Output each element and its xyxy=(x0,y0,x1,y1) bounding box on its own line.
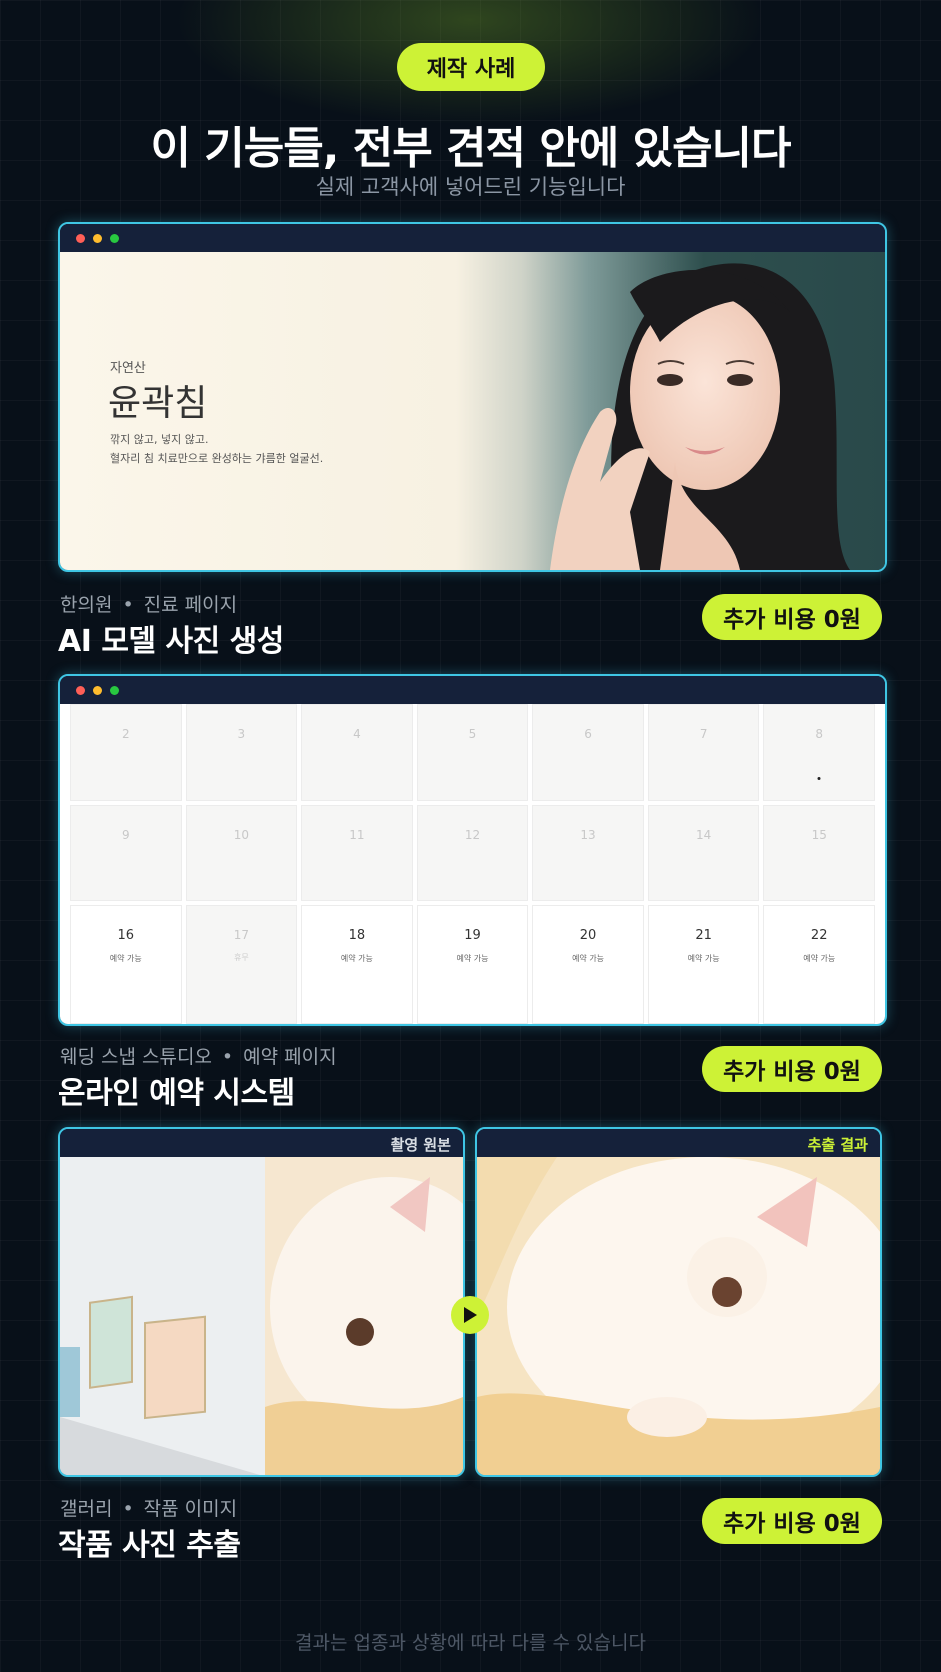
calendar-day-cell: 9 xyxy=(70,804,182,902)
disclaimer-footer: 결과는 업종과 상황에 따라 다를 수 있습니다 xyxy=(295,1632,646,1654)
calendar-day-cell[interactable]: 18 예약 가능 xyxy=(301,905,413,1024)
case-category: 갤러리 xyxy=(60,1498,113,1520)
calendar-day-cell: 2 xyxy=(70,704,182,801)
calendar-day-number: 22 xyxy=(810,928,828,944)
calendar-day-number: 21 xyxy=(695,928,712,944)
after-label: 추출 결과 xyxy=(807,1136,868,1154)
hero-headline: 윤곽침 xyxy=(108,383,208,424)
calendar-day-status: 휴무 xyxy=(233,953,249,963)
page-subtitle: 실제 고객사에 넣어드린 기능입니다 xyxy=(315,175,626,199)
calendar-day-number: 14 xyxy=(695,827,712,842)
page-title: 이 기능들, 전부 견적 안에 있습니다 xyxy=(150,123,791,174)
feature-title: 작품 사진 추출 xyxy=(58,1528,241,1563)
browser-frame-calendar: 2 3 4 5 6 7 8 9 10 11 12 13 14 15 16 예약 가능 17 휴무 18 예약 가능 19… xyxy=(58,674,887,1026)
separator-dot: • xyxy=(122,594,134,616)
calendar-day-cell: 11 xyxy=(301,804,413,902)
before-bar: 촬영 원본 xyxy=(60,1129,463,1157)
calendar-day-number: 15 xyxy=(811,827,827,842)
calendar-day-number: 17 xyxy=(233,928,249,943)
before-label: 촬영 원본 xyxy=(390,1136,451,1154)
calendar-day-number: 6 xyxy=(584,727,592,741)
original-photo xyxy=(60,1157,463,1475)
event-marker-dot xyxy=(817,777,821,780)
calendar-day-cell: 13 xyxy=(532,804,644,902)
calendar-day-number: 4 xyxy=(353,727,361,741)
after-bar: 추출 결과 xyxy=(477,1129,880,1157)
calendar-day-status: 예약 가능 xyxy=(456,954,489,964)
browser-bar xyxy=(60,676,885,704)
calendar-day-number: 5 xyxy=(468,727,477,741)
calendar-day-cell[interactable]: 16 예약 가능 xyxy=(70,905,182,1024)
calendar-day-number: 20 xyxy=(579,928,597,944)
calendar-day-number: 11 xyxy=(349,827,365,842)
calendar-day-cell: 10 xyxy=(185,804,298,902)
price-badge: 추가 비용 0원 xyxy=(702,1498,882,1544)
case-page: 예약 페이지 xyxy=(243,1046,337,1068)
play-arrow-icon xyxy=(451,1296,489,1334)
extracted-artwork xyxy=(477,1157,880,1475)
before-image-frame: 촬영 원본 xyxy=(58,1127,465,1477)
hero-description: 깎지 않고, 넣지 않고. 혈자리 침 치료만으로 완성하는 갸름한 얼굴선. xyxy=(110,430,323,468)
separator-dot: • xyxy=(122,1498,134,1520)
calendar-grid: 2 3 4 5 6 7 8 9 10 11 12 13 14 15 16 예약 가능 17 휴무 18 예약 가능 19… xyxy=(70,704,875,1024)
calendar-day-status: 예약 가능 xyxy=(572,954,605,964)
calendar-day-status: 예약 가능 xyxy=(803,954,836,964)
calendar-day-status: 예약 가능 xyxy=(109,954,142,964)
calendar-day-cell: 15 xyxy=(763,804,875,902)
window-close-dot xyxy=(76,686,85,695)
calendar-day-number: 9 xyxy=(121,827,130,842)
window-maximize-dot xyxy=(110,234,119,243)
hero-preview: 자연산 윤곽침 깎지 않고, 넣지 않고. 혈자리 침 치료만으로 완성하는 갸… xyxy=(60,252,885,570)
header-badge: 제작 사례 xyxy=(397,43,545,91)
window-close-dot xyxy=(76,234,85,243)
calendar-day-cell[interactable]: 19 예약 가능 xyxy=(416,905,529,1024)
calendar-day-number: 12 xyxy=(464,827,481,842)
calendar-day-cell[interactable]: 22 예약 가능 xyxy=(763,905,875,1024)
separator-dot: • xyxy=(221,1046,234,1068)
window-minimize-dot xyxy=(93,686,102,695)
calendar-day-cell[interactable]: 20 예약 가능 xyxy=(532,905,644,1024)
booking-calendar: 2 3 4 5 6 7 8 9 10 11 12 13 14 15 16 예약 가능 17 휴무 18 예약 가능 19… xyxy=(60,704,885,1024)
calendar-day-number: 16 xyxy=(117,928,135,944)
hero-desc-line2: 혈자리 침 치료만으로 완성하는 갸름한 얼굴선. xyxy=(110,452,324,465)
browser-frame-hero: 자연산 윤곽침 깎지 않고, 넣지 않고. 혈자리 침 치료만으로 완성하는 갸… xyxy=(58,222,887,572)
calendar-day-number: 2 xyxy=(121,727,130,741)
case-page: 작품 이미지 xyxy=(143,1498,238,1520)
price-badge: 추가 비용 0원 xyxy=(702,594,882,640)
calendar-day-cell: 4 xyxy=(301,704,413,801)
calendar-day-cell: 17 휴무 xyxy=(185,905,298,1024)
calendar-day-number: 18 xyxy=(348,928,366,944)
calendar-day-cell: 14 xyxy=(647,804,760,902)
case-category: 웨딩 스냅 스튜디오 xyxy=(60,1046,212,1068)
calendar-day-cell: 7 xyxy=(647,704,760,801)
feature-title: AI 모델 사진 생성 xyxy=(58,624,284,659)
calendar-day-status: 예약 가능 xyxy=(687,954,720,964)
calendar-day-cell: 5 xyxy=(416,704,529,801)
calendar-day-number: 19 xyxy=(464,928,481,944)
case-category: 한의원 xyxy=(60,594,113,616)
price-badge: 추가 비용 0원 xyxy=(702,1046,882,1092)
calendar-day-number: 8 xyxy=(815,727,824,741)
window-maximize-dot xyxy=(110,686,119,695)
after-image-frame: 추출 결과 xyxy=(475,1127,882,1477)
model-portrait-image xyxy=(550,263,850,570)
browser-bar xyxy=(60,224,885,252)
calendar-day-cell[interactable]: 21 예약 가능 xyxy=(647,905,760,1024)
case-page: 진료 페이지 xyxy=(143,594,238,616)
calendar-day-number: 13 xyxy=(580,827,596,842)
case-meta: 한의원 • 진료 페이지 xyxy=(60,590,237,617)
case-meta: 갤러리 • 작품 이미지 xyxy=(60,1494,237,1521)
calendar-day-cell: 6 xyxy=(532,704,644,801)
calendar-day-status: 예약 가능 xyxy=(340,954,373,964)
calendar-day-cell: 8 xyxy=(763,704,875,801)
calendar-day-cell: 12 xyxy=(416,804,529,902)
calendar-day-number: 10 xyxy=(233,827,249,842)
calendar-day-cell: 3 xyxy=(185,704,298,801)
feature-title: 온라인 예약 시스템 xyxy=(58,1076,295,1111)
calendar-day-number: 3 xyxy=(237,727,246,741)
hero-desc-line1: 깎지 않고, 넣지 않고. xyxy=(110,433,209,446)
case-meta: 웨딩 스냅 스튜디오 • 예약 페이지 xyxy=(60,1042,337,1069)
calendar-day-number: 7 xyxy=(699,727,708,741)
window-minimize-dot xyxy=(93,234,102,243)
